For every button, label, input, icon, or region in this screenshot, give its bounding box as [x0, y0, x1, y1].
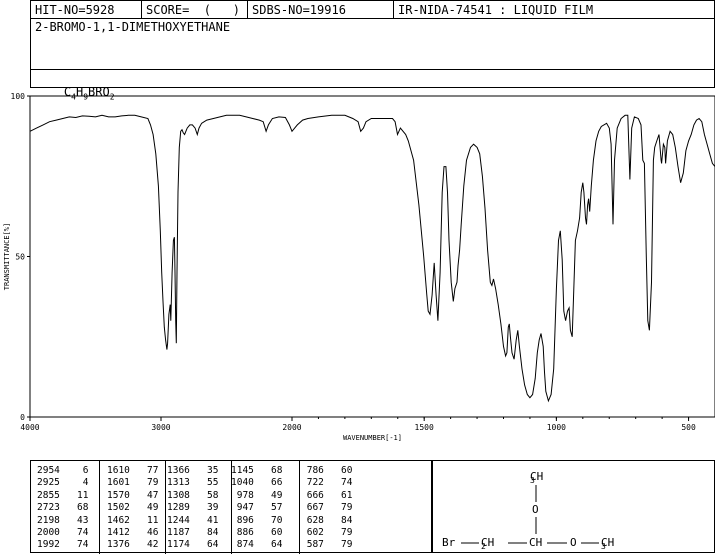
peak-column: 1610 77 1601 79 1570 47 1502 49 1462 11 1412 …	[107, 465, 158, 552]
spectrum-line	[29, 114, 715, 403]
peak-entry: 947 57	[231, 502, 283, 514]
peak-entry: 1366 35	[167, 465, 219, 476]
peak-entry: 1992 74	[37, 539, 89, 551]
methyl-top: CH 3	[530, 470, 544, 486]
peak-table-divider	[99, 461, 100, 554]
peak-table-divider	[165, 461, 166, 554]
peak-entry: 786 60	[301, 465, 353, 476]
x-tick-label: 2000	[282, 423, 301, 432]
peak-entry: 667 79	[301, 502, 353, 514]
peak-entry: 1376 42	[107, 539, 159, 551]
structure-box: CH 3 O Br CH 2 CH O CH 3	[432, 460, 715, 553]
methine: CH	[529, 536, 543, 549]
x-tick-label: 1000	[547, 423, 566, 432]
peak-entry: 1289 39	[167, 502, 219, 514]
ir-spectrum-chart: 4000 3000 2000 1500 1000 500 0 50 100 WAVENUMBER[…	[3, 92, 715, 442]
y-tick-label: 50	[15, 253, 25, 262]
peak-entry: 2723 68	[37, 502, 89, 514]
peak-entry: 2198 43	[37, 514, 89, 526]
x-axis-label: WAVENUMBER[-1]	[343, 434, 402, 442]
x-tick-label: 1500	[415, 423, 434, 432]
x-tick-label: 3000	[151, 423, 170, 432]
peak-entry: 2925 4	[37, 477, 89, 489]
peak-entry: 666 61	[301, 489, 353, 501]
oxygen-top: O	[532, 503, 539, 516]
peak-entry: 1570 47	[107, 489, 159, 501]
y-tick-label: 0	[20, 413, 25, 422]
peak-column: 1366 35 1313 55 1308 58 1289 39 1244 41 1187 …	[167, 465, 218, 552]
peak-entry: 2954 6	[37, 465, 89, 476]
peak-table-divider	[299, 461, 300, 554]
peak-entry: 602 79	[301, 527, 353, 539]
peak-column: 2954 6 2925 4 2855 11 2723 68 2198 43 2000 74…	[37, 465, 88, 552]
peak-entry: 587 79	[301, 539, 353, 551]
peak-entry: 1308 58	[167, 489, 219, 501]
y-axis-label: TRANSMITTANCE[%]	[3, 223, 11, 290]
peak-entry: 874 64	[231, 539, 283, 551]
plot-frame	[29, 95, 715, 418]
peak-entry: 2000 74	[37, 527, 89, 539]
y-tick-label: 100	[11, 92, 26, 101]
peak-entry: 1040 66	[231, 477, 283, 489]
peak-entry: 1601 79	[107, 477, 159, 489]
peak-entry: 1610 77	[107, 465, 159, 476]
peak-entry: 1462 11	[107, 514, 159, 526]
peak-entry: 978 49	[231, 489, 283, 501]
peak-entry: 1145 68	[231, 465, 283, 476]
peak-column: 786 60 722 74 666 61 667 79 628 84 602 7…	[301, 465, 353, 552]
chart-layer: 4000 3000 2000 1500 1000 500 0 50 100 WAVENUMBER[…	[3, 92, 715, 442]
peak-entry: 1174 64	[167, 539, 219, 551]
x-tick-label: 4000	[20, 423, 39, 432]
bromine: Br	[442, 536, 456, 549]
peak-table: 2954 6 2925 4 2855 11 2723 68 2198 43 2000 74…	[30, 460, 432, 554]
methyl-right: CH 3	[601, 536, 615, 552]
oxygen-right: O	[570, 536, 577, 549]
peak-entry: 1412 46	[107, 527, 159, 539]
peak-entry: 1244 41	[167, 514, 219, 526]
peak-entry: 896 70	[231, 514, 283, 526]
x-tick-label: 500	[681, 423, 696, 432]
peak-entry: 1187 84	[167, 527, 219, 539]
peak-entry: 886 60	[231, 527, 283, 539]
peak-entry: 2855 11	[37, 489, 89, 501]
methylene: CH 2	[481, 536, 495, 552]
peak-entry: 1313 55	[167, 477, 219, 489]
peak-column: 1145 68 1040 66 978 49 947 57 896 70 886 …	[231, 465, 282, 552]
peak-entry: 1502 49	[107, 502, 159, 514]
peak-entry: 628 84	[301, 514, 353, 526]
peak-entry: 722 74	[301, 477, 353, 489]
